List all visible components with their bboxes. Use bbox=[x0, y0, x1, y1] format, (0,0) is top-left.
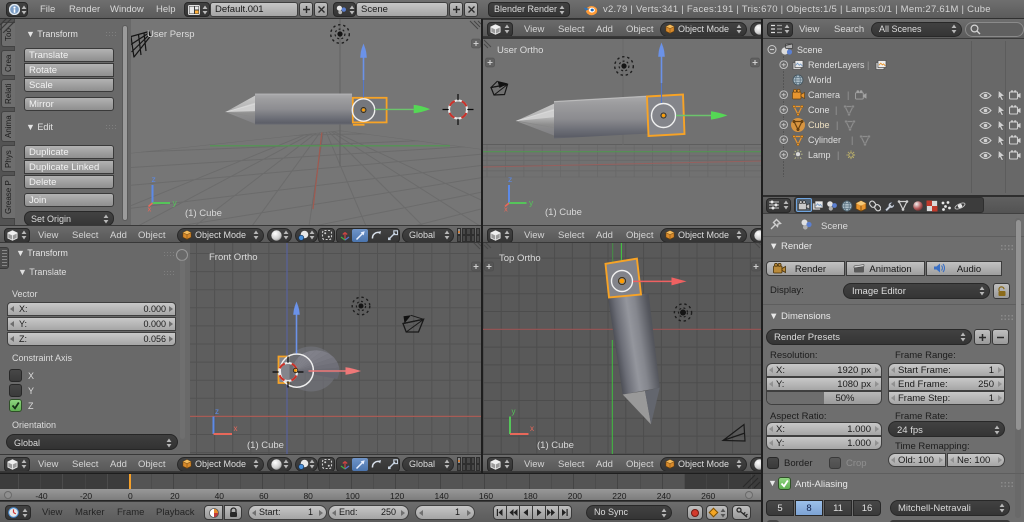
svg-text:(1) Cube: (1) Cube bbox=[247, 440, 284, 451]
svg-text:x: x bbox=[234, 424, 238, 433]
svg-text:x: x bbox=[530, 424, 534, 433]
svg-text:(1) Cube: (1) Cube bbox=[537, 440, 574, 451]
svg-text:Front Ortho: Front Ortho bbox=[209, 252, 258, 263]
svg-text:y: y bbox=[512, 407, 516, 416]
svg-text:z: z bbox=[508, 174, 512, 184]
svg-text:x: x bbox=[148, 205, 152, 214]
svg-text:User Ortho: User Ortho bbox=[497, 45, 543, 56]
svg-text:(1) Cube: (1) Cube bbox=[185, 208, 222, 219]
svg-text:z: z bbox=[152, 174, 156, 184]
svg-text:x: x bbox=[504, 205, 508, 214]
svg-text:(1) Cube: (1) Cube bbox=[545, 207, 582, 218]
svg-text:User Persp: User Persp bbox=[147, 29, 195, 40]
svg-text:Top Ortho: Top Ortho bbox=[499, 253, 541, 264]
svg-text:z: z bbox=[215, 407, 219, 416]
